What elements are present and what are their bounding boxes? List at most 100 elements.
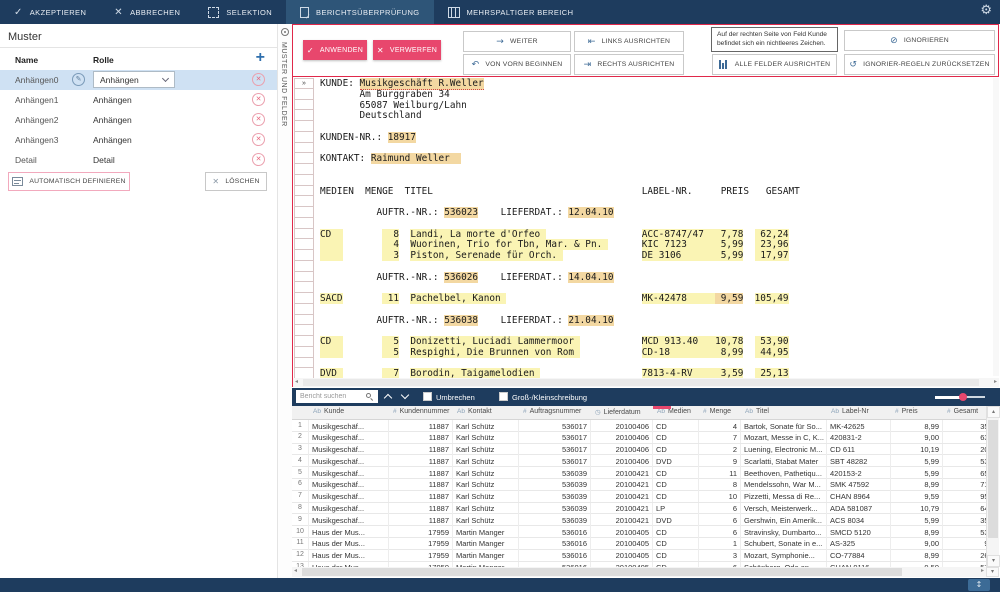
- pin-icon[interactable]: [281, 28, 289, 36]
- row-marker-cell[interactable]: [294, 239, 314, 250]
- grid-body[interactable]: 1Musikgeschäf...11887Karl Schütz53601720…: [292, 420, 986, 567]
- row-marker-cell[interactable]: [294, 143, 314, 154]
- row-marker-cell[interactable]: [294, 272, 314, 283]
- row-marker-cell[interactable]: [294, 304, 314, 315]
- row-marker-cell[interactable]: [294, 121, 314, 132]
- highlighted-field[interactable]: 5: [382, 336, 399, 347]
- next-button[interactable]: → WEITER: [463, 31, 571, 52]
- highlighted-field[interactable]: 18917: [388, 132, 416, 143]
- highlighted-field[interactable]: 9,59: [715, 293, 743, 304]
- pattern-row[interactable]: Anhängen2Anhängen✕: [0, 110, 277, 130]
- search-icon[interactable]: [366, 393, 371, 398]
- delete-button[interactable]: ✕ LÖSCHEN: [205, 172, 267, 191]
- delete-row-icon[interactable]: ✕: [252, 133, 265, 146]
- row-marker-cell[interactable]: [294, 315, 314, 326]
- row-marker-cell[interactable]: [294, 358, 314, 369]
- highlighted-field[interactable]: Donizetti, Luciadi Lammermoor: [410, 336, 579, 347]
- align-all-fields-button[interactable]: ALLE FELDER AUSRICHTEN: [712, 54, 837, 75]
- row-marker-cell[interactable]: »: [294, 78, 314, 89]
- highlighted-field[interactable]: 8: [382, 229, 399, 240]
- highlighted-field[interactable]: 23,96: [755, 239, 789, 250]
- grid-row[interactable]: 1Musikgeschäf...11887Karl Schütz53601720…: [292, 420, 986, 432]
- highlighted-field[interactable]: 8,99: [715, 347, 743, 358]
- topbar-item-selektion[interactable]: SELEKTION: [194, 0, 286, 24]
- grid-row[interactable]: 12Haus der Mus...17959Martin Manger53601…: [292, 550, 986, 562]
- highlighted-field[interactable]: 44,95: [755, 347, 789, 358]
- delete-row-icon[interactable]: ✕: [252, 93, 265, 106]
- grid-vertical-scrollbar[interactable]: ▴ ▾: [986, 406, 999, 567]
- scrollbar-thumb[interactable]: [303, 379, 979, 386]
- highlighted-field[interactable]: 5: [382, 347, 399, 358]
- row-marker-cell[interactable]: [294, 164, 314, 175]
- row-marker-cell[interactable]: [294, 347, 314, 358]
- highlighted-field[interactable]: 7,78: [715, 229, 743, 240]
- highlighted-field[interactable]: 5,99: [715, 250, 743, 261]
- delete-row-icon[interactable]: ✕: [252, 113, 265, 126]
- document-horizontal-scrollbar[interactable]: ◂ ▸: [292, 378, 999, 387]
- highlighted-field[interactable]: KIC 7123: [642, 239, 715, 250]
- grid-row[interactable]: 2Musikgeschäf...11887Karl Schütz53601720…: [292, 432, 986, 444]
- collapsed-panel-strip[interactable]: MUSTER UND FELDER: [277, 24, 292, 578]
- topbar-item-berichts-berpr-fung[interactable]: BERICHTSÜBERPRÜFUNG: [286, 0, 433, 24]
- grid-column-header-rownum[interactable]: [292, 406, 309, 420]
- scroll-down-icon[interactable]: ▾: [987, 555, 1000, 567]
- ignore-button[interactable]: ⊘ IGNORIEREN: [844, 30, 995, 51]
- scroll-left-icon[interactable]: ◂: [294, 567, 297, 576]
- highlighted-field[interactable]: DVD: [320, 368, 343, 378]
- reset-ignore-rules-button[interactable]: ↺ IGNORIER-REGELN ZURÜCKSETZEN: [844, 54, 995, 75]
- highlighted-field[interactable]: 7813-4-RV: [642, 368, 715, 378]
- highlighted-field[interactable]: 11: [382, 293, 399, 304]
- zoom-slider[interactable]: [935, 396, 985, 398]
- highlighted-field[interactable]: Pachelbel, Kanon: [410, 293, 506, 304]
- highlighted-field[interactable]: 25,13: [755, 368, 789, 378]
- find-previous-icon[interactable]: [384, 394, 392, 402]
- highlighted-field[interactable]: 4: [382, 239, 399, 250]
- highlighted-field[interactable]: CD-18: [642, 347, 715, 358]
- align-right-button[interactable]: ⇥ RECHTS AUSRICHTEN: [574, 54, 684, 75]
- highlighted-field[interactable]: 5,99: [715, 239, 743, 250]
- document-vertical-scrollbar[interactable]: [993, 78, 999, 376]
- apply-button[interactable]: ✓ ANWENDEN: [303, 40, 367, 60]
- highlighted-field[interactable]: Wuorinen, Trio for Tbn, Mar. & Pn.: [410, 239, 608, 250]
- slider-handle[interactable]: [959, 393, 967, 401]
- scrollbar-thumb[interactable]: [988, 420, 998, 538]
- highlighted-field[interactable]: 21.04.10: [568, 315, 613, 326]
- restart-button[interactable]: ↶ VON VORN BEGINNEN: [463, 54, 571, 75]
- add-pattern-button[interactable]: +: [256, 50, 265, 66]
- grid-row[interactable]: 8Musikgeschäf...11887Karl Schütz53603920…: [292, 503, 986, 515]
- row-marker-cell[interactable]: [294, 250, 314, 261]
- row-marker-cell[interactable]: [294, 368, 314, 378]
- highlighted-field[interactable]: MK-42478: [642, 293, 715, 304]
- align-left-button[interactable]: ⇤ LINKS AUSRICHTEN: [574, 31, 684, 52]
- find-next-icon[interactable]: [401, 391, 409, 399]
- highlighted-field[interactable]: 536023: [444, 207, 478, 218]
- highlighted-field[interactable]: 12.04.10: [568, 207, 613, 218]
- highlighted-field[interactable]: Respighi, Die Brunnen von Rom: [410, 347, 579, 358]
- row-marker-cell[interactable]: [294, 336, 314, 347]
- grid-row[interactable]: 3Musikgeschäf...11887Karl Schütz53601720…: [292, 444, 986, 456]
- highlighted-field[interactable]: 105,49: [755, 293, 789, 304]
- discard-button[interactable]: ✕ VERWERFEN: [373, 40, 441, 60]
- grid-column-header-titel[interactable]: AbTitel: [741, 406, 827, 420]
- grid-horizontal-scrollbar[interactable]: ◂ ▸: [292, 567, 986, 577]
- row-marker-cell[interactable]: [294, 282, 314, 293]
- highlighted-field[interactable]: SACD: [320, 293, 343, 304]
- grid-column-header-kunde[interactable]: AbKunde: [309, 406, 389, 420]
- highlighted-field[interactable]: 14.04.10: [568, 272, 613, 283]
- scroll-left-icon[interactable]: ◂: [295, 378, 298, 387]
- side-tab-muster-und-felder[interactable]: MUSTER UND FELDER: [280, 42, 287, 127]
- row-marker-cell[interactable]: [294, 132, 314, 143]
- pattern-row[interactable]: Anhängen0✎Anhängen✕: [0, 70, 277, 90]
- row-marker-cell[interactable]: [294, 175, 314, 186]
- highlighted-field[interactable]: Borodin, Taigamelodien: [410, 368, 540, 378]
- row-marker-cell[interactable]: [294, 153, 314, 164]
- highlighted-field[interactable]: 10,78: [715, 336, 743, 347]
- highlighted-field[interactable]: Raimund Weller: [371, 153, 461, 164]
- row-marker-cell[interactable]: [294, 261, 314, 272]
- gear-icon[interactable]: ⚙: [980, 3, 992, 18]
- topbar-item-mehrspaltiger-bereich[interactable]: MEHRSPALTIGER BEREICH: [434, 0, 588, 24]
- grid-row[interactable]: 9Musikgeschäf...11887Karl Schütz53603920…: [292, 514, 986, 526]
- row-marker-cell[interactable]: [294, 207, 314, 218]
- grid-row[interactable]: 5Musikgeschäf...11887Karl Schütz53603920…: [292, 467, 986, 479]
- row-marker-cell[interactable]: [294, 229, 314, 240]
